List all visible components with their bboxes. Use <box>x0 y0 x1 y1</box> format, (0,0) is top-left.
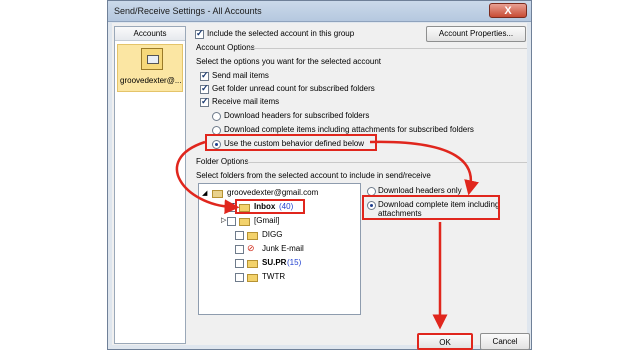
annotation-arrows <box>175 140 479 330</box>
arrow-to-inbox <box>175 140 240 215</box>
arrow-to-download-complete <box>369 140 479 196</box>
